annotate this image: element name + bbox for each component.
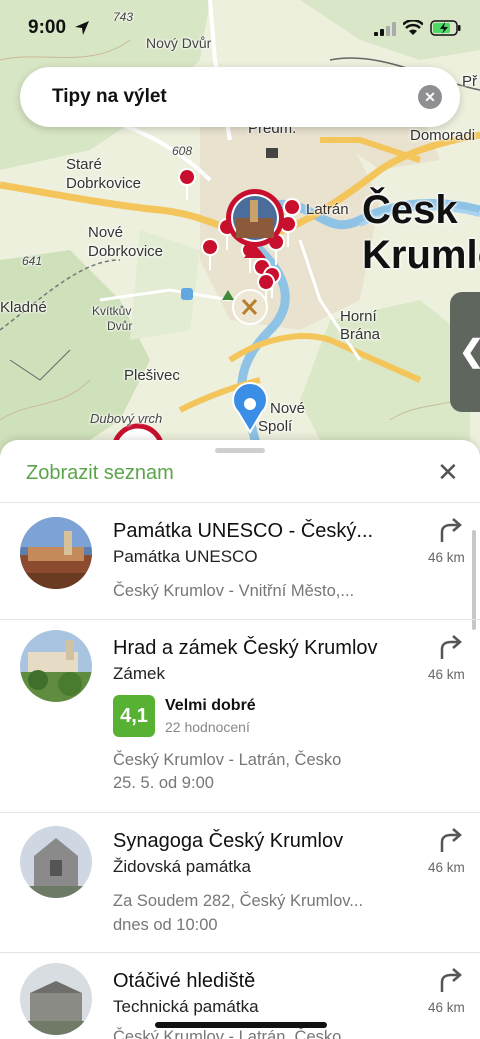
map-label: 641 (22, 254, 43, 268)
map-label: Dobrkovice (88, 243, 164, 260)
list-item[interactable]: Synagoga Český Krumlov Židovská památka … (0, 813, 480, 953)
map-label: Nové (270, 400, 306, 417)
place-category: Technická památka (113, 997, 259, 1016)
map-label: Staré (66, 156, 102, 173)
place-address: Český Krumlov - Latrán, Česko (113, 1028, 342, 1039)
map-label: 608 (172, 144, 193, 158)
place-thumbnail (20, 963, 92, 1035)
map-label: Plešivec (124, 367, 180, 384)
opening-hours: dnes od 10:00 (113, 916, 218, 934)
status-time: 9:00 (28, 17, 67, 38)
location-arrow-icon (75, 21, 89, 35)
rating-badge: 4,1 (113, 695, 155, 737)
route-icon[interactable] (437, 825, 463, 853)
map-label: Kladné (0, 299, 47, 316)
search-bar[interactable]: Tipy na výlet ✕ (20, 67, 460, 127)
map-label: Dobrkovice (66, 175, 142, 192)
home-indicator[interactable] (155, 1022, 327, 1028)
map-label: Dvůr (107, 319, 133, 333)
place-address: Český Krumlov - Latrán, Česko (113, 751, 342, 769)
rating-count: 22 hodnocení (165, 719, 250, 735)
map-city-label: Krumlo (362, 233, 480, 277)
chevron-left-icon: ❮ (459, 334, 480, 369)
search-query[interactable]: Tipy na výlet (52, 86, 167, 108)
map-label: Brána (340, 326, 381, 343)
results-sheet[interactable]: Zobrazit seznam ✕ Památka UNESCO - Český… (0, 440, 480, 1039)
route-icon[interactable] (437, 632, 463, 660)
list-item[interactable]: Hrad a zámek Český Krumlov Zámek 4,1 Vel… (0, 620, 480, 813)
opening-hours: 25. 5. od 9:00 (113, 774, 214, 792)
list-item[interactable]: Památka UNESCO - Český... Památka UNESCO… (0, 503, 480, 620)
distance: 46 km (428, 667, 465, 682)
distance: 46 km (428, 550, 465, 565)
battery-charging-icon (430, 20, 461, 36)
map-label: Spolí (258, 418, 293, 435)
place-name: Památka UNESCO - Český... (113, 520, 374, 542)
distance: 46 km (428, 1000, 465, 1015)
map-label: Domoradi (410, 127, 476, 144)
place-thumbnail (20, 630, 92, 702)
rating-label: Velmi dobré (165, 697, 256, 714)
sheet-grabber[interactable] (215, 448, 265, 453)
place-address: Český Krumlov - Vnitřní Město,... (113, 582, 355, 600)
map-city-label: Česk (362, 188, 458, 232)
map-label: Př (462, 73, 477, 90)
place-thumbnail (20, 826, 92, 898)
place-name: Synagoga Český Krumlov (113, 830, 344, 852)
place-category: Zámek (113, 664, 165, 683)
map-label: Horní (340, 308, 377, 325)
wifi-icon (403, 20, 423, 35)
cellular-signal-icon (374, 22, 396, 36)
place-name: Hrad a zámek Český Krumlov (113, 637, 378, 659)
status-bar: 9:00 (0, 0, 480, 56)
clear-search-icon[interactable]: ✕ (418, 85, 442, 109)
map-view[interactable]: 743 Nový Dvůr Předm. 608 Domoradi Př Sta… (0, 0, 480, 460)
map-label: Dubový vrch (90, 411, 163, 426)
place-address: Za Soudem 282, Český Krumlov... (113, 892, 364, 910)
map-label: Nové (88, 224, 124, 241)
distance: 46 km (428, 860, 465, 875)
place-thumbnail (20, 517, 92, 589)
side-panel-handle[interactable]: ❮ (450, 292, 480, 412)
place-category: Židovská památka (113, 857, 251, 876)
close-icon[interactable]: ✕ (437, 458, 459, 486)
route-icon[interactable] (437, 515, 463, 543)
place-name: Otáčivé hlediště (113, 970, 256, 992)
show-list-link[interactable]: Zobrazit seznam (26, 462, 174, 485)
route-icon[interactable] (437, 965, 463, 993)
map-label: Latrán (306, 201, 349, 218)
place-category: Památka UNESCO (113, 547, 258, 566)
